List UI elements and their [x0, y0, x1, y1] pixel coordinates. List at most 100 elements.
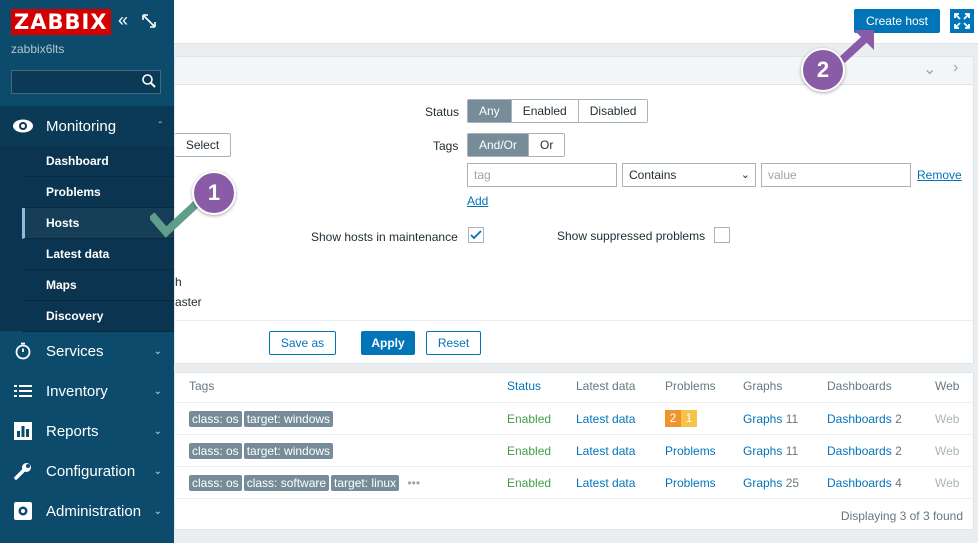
- fullscreen-icon[interactable]: [950, 9, 974, 33]
- dashboards-link[interactable]: Dashboards: [827, 476, 892, 490]
- tag-value-input[interactable]: value: [761, 163, 911, 187]
- problems-link[interactable]: Problems: [665, 444, 716, 458]
- tag-badge[interactable]: class: os: [189, 475, 242, 491]
- graphs-cell[interactable]: Graphs 11: [743, 444, 798, 458]
- menu-services[interactable]: Services ⌄: [0, 331, 174, 371]
- status-enabled[interactable]: Enabled: [507, 476, 551, 490]
- column-header-graphs: Graphs: [743, 379, 783, 393]
- dashboards-cell[interactable]: Dashboards 4: [827, 476, 902, 490]
- chevron-down-icon: ⌄: [740, 169, 750, 181]
- tag-operator-select[interactable]: Contains ⌄: [622, 163, 756, 187]
- web-cell: Web: [935, 476, 960, 490]
- chevron-down-icon: ⌄: [153, 465, 162, 477]
- tag-badge[interactable]: class: os: [189, 443, 242, 459]
- menu-label: Administration: [46, 502, 142, 520]
- status-disabled-option[interactable]: Disabled: [578, 100, 648, 122]
- status-enabled-option[interactable]: Enabled: [511, 100, 579, 122]
- tags-cell: class: os class: software target: linux ••…: [189, 475, 420, 491]
- graphs-cell[interactable]: Graphs 11: [743, 412, 798, 426]
- search-input[interactable]: [11, 70, 161, 94]
- select-button[interactable]: Select: [175, 133, 231, 157]
- remove-tag-link[interactable]: Remove: [917, 168, 962, 182]
- divider: [175, 320, 973, 321]
- dashboards-count: 4: [895, 476, 902, 490]
- search-icon[interactable]: [141, 73, 157, 92]
- reset-button[interactable]: Reset: [426, 331, 481, 355]
- chevron-down-icon: ⌄: [153, 385, 162, 397]
- menu-label: Inventory: [46, 382, 108, 400]
- high-problems-badge[interactable]: 2: [665, 410, 681, 427]
- tags-or-option[interactable]: Or: [529, 134, 565, 156]
- tag-badge[interactable]: target: linux: [331, 475, 400, 491]
- add-tag-link[interactable]: Add: [467, 194, 488, 208]
- partial-text: aster: [175, 295, 202, 309]
- sidebar: ZABBIX « zabbix6lts Monitoring ˆ Dashboa…: [0, 0, 174, 543]
- tags-operator-segmented: And/Or Or: [467, 133, 566, 157]
- submenu-discovery[interactable]: Discovery: [22, 301, 174, 332]
- divider: [175, 498, 973, 499]
- dashboards-cell[interactable]: Dashboards 2: [827, 444, 902, 458]
- chevron-up-icon: ˆ: [158, 120, 162, 132]
- problems-link[interactable]: Problems: [665, 476, 716, 490]
- chevron-down-icon[interactable]: ⌄: [923, 59, 936, 79]
- monitoring-submenu: Dashboard Problems Hosts Latest data Map…: [0, 146, 174, 332]
- column-header-web: Web: [935, 379, 960, 393]
- menu-inventory[interactable]: Inventory ⌄: [0, 371, 174, 411]
- kiosk-mode-icon[interactable]: [142, 12, 156, 33]
- dashboards-link[interactable]: Dashboards: [827, 444, 892, 458]
- zabbix-logo[interactable]: ZABBIX: [11, 9, 111, 35]
- menu-monitoring[interactable]: Monitoring ˆ: [0, 106, 174, 146]
- column-header-status[interactable]: Status: [507, 379, 541, 393]
- checkmark-icon: [470, 230, 482, 240]
- problems-badges[interactable]: 21: [665, 410, 697, 427]
- tag-name-input[interactable]: tag: [467, 163, 617, 187]
- chevron-down-icon: ⌄: [153, 505, 162, 517]
- tags-label: Tags: [433, 139, 459, 153]
- tag-badge[interactable]: target: windows: [243, 443, 334, 459]
- graphs-link[interactable]: Graphs: [743, 444, 782, 458]
- status-label: Status: [425, 105, 460, 119]
- status-enabled[interactable]: Enabled: [507, 412, 551, 426]
- table-row: class: os target: windows Enabled Latest …: [175, 402, 973, 434]
- tags-cell: class: os target: windows: [189, 411, 335, 427]
- menu-configuration[interactable]: Configuration ⌄: [0, 451, 174, 491]
- collapse-sidebar-icon[interactable]: «: [118, 10, 128, 31]
- graphs-link[interactable]: Graphs: [743, 476, 782, 490]
- status-segmented: Any Enabled Disabled: [467, 99, 649, 123]
- menu-administration[interactable]: Administration ⌄: [0, 491, 174, 531]
- tag-badge[interactable]: class: software: [243, 475, 330, 491]
- suppressed-checkbox[interactable]: [714, 227, 730, 243]
- graphs-count: 11: [785, 412, 799, 426]
- displaying-count: Displaying 3 of 3 found: [840, 509, 963, 523]
- graphs-link[interactable]: Graphs: [743, 412, 782, 426]
- annotation-step-2: 2: [801, 48, 845, 92]
- submenu-dashboard[interactable]: Dashboard: [22, 146, 174, 177]
- submenu-latest-data[interactable]: Latest data: [22, 239, 174, 270]
- tag-badge[interactable]: target: windows: [243, 411, 334, 427]
- tag-badge[interactable]: class: os: [189, 411, 242, 427]
- tags-andor-option[interactable]: And/Or: [468, 134, 530, 156]
- status-enabled[interactable]: Enabled: [507, 444, 551, 458]
- table-row: class: os class: software target: linux ••…: [175, 466, 973, 498]
- maintenance-checkbox[interactable]: [468, 227, 484, 243]
- tags-cell: class: os target: windows: [189, 443, 335, 459]
- dashboards-cell[interactable]: Dashboards 2: [827, 412, 902, 426]
- average-problems-badge[interactable]: 1: [681, 410, 697, 427]
- save-as-button[interactable]: Save as: [269, 331, 336, 355]
- chevron-right-icon[interactable]: ›: [953, 59, 958, 77]
- web-cell: Web: [935, 412, 960, 426]
- latest-data-link[interactable]: Latest data: [576, 444, 635, 458]
- latest-data-link[interactable]: Latest data: [576, 412, 635, 426]
- status-any-option[interactable]: Any: [468, 100, 512, 122]
- graphs-cell[interactable]: Graphs 25: [743, 476, 799, 490]
- dashboards-link[interactable]: Dashboards: [827, 412, 892, 426]
- apply-button[interactable]: Apply: [361, 331, 415, 355]
- checkmark-arrow-icon: [150, 200, 200, 238]
- submenu-maps[interactable]: Maps: [22, 270, 174, 301]
- partial-text: h: [175, 275, 182, 289]
- latest-data-link[interactable]: Latest data: [576, 476, 635, 490]
- column-header-tags: Tags: [189, 379, 215, 393]
- list-icon: [0, 384, 46, 398]
- more-tags-icon[interactable]: •••: [407, 476, 420, 490]
- menu-reports[interactable]: Reports ⌄: [0, 411, 174, 451]
